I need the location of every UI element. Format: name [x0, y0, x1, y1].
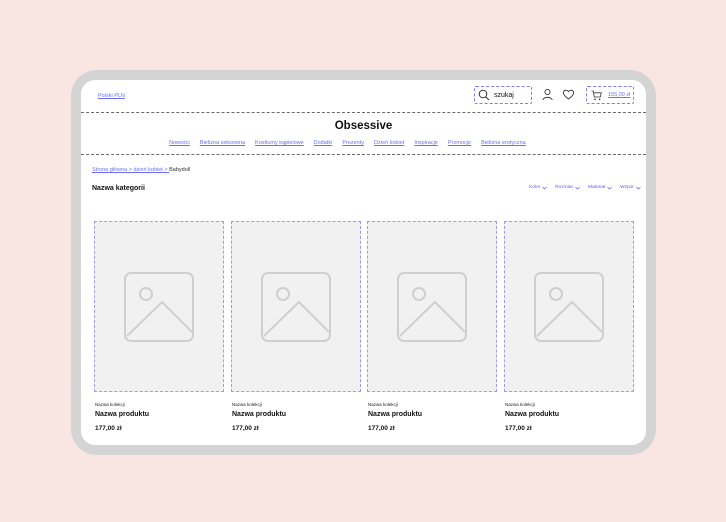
product-name[interactable]: Nazwa produktu	[232, 411, 361, 418]
nav-item[interactable]: Prezenty	[342, 140, 364, 146]
nav-item[interactable]: Dodatki	[314, 140, 333, 146]
image-placeholder-icon	[124, 271, 194, 342]
nav-item[interactable]: Promocje	[448, 140, 471, 146]
breadcrumb: Strona główna > dzień kobiet > Babydoll	[92, 167, 190, 173]
product-price: 177,00 zł	[505, 425, 532, 432]
image-placeholder-icon	[261, 271, 331, 342]
filter-material[interactable]: Materiał	[588, 185, 612, 190]
breadcrumb-parent[interactable]: dzień kobiet	[133, 167, 162, 173]
filter-label: Wzpor	[620, 185, 634, 190]
chevron-down-icon	[636, 186, 641, 189]
main-nav: Nowości Bielizna seksowna Kostiumy kąpie…	[169, 140, 526, 146]
nav-item[interactable]: Inspiracje	[414, 140, 438, 146]
filter-size[interactable]: Rozmiar	[555, 185, 580, 190]
image-placeholder-icon	[534, 271, 604, 342]
filter-label: Kolor	[529, 185, 541, 190]
nav-item[interactable]: Bielizna seksowna	[200, 140, 245, 146]
search-box[interactable]: szukaj	[474, 86, 532, 104]
search-label: szukaj	[494, 91, 514, 99]
product-name[interactable]: Nazwa produktu	[368, 411, 497, 418]
product-card[interactable]: Nazwa kolekcji Nazwa produktu 177,00 zł	[94, 221, 224, 432]
product-name[interactable]: Nazwa produktu	[505, 411, 634, 418]
category-title: Nazwa kategorii	[92, 185, 145, 192]
nav-item[interactable]: Dzień kobiet	[374, 140, 404, 146]
chevron-down-icon	[575, 186, 580, 189]
cart-total: 155,00 zł	[608, 92, 631, 98]
nav-item[interactable]: Kostiumy kąpielowe	[255, 140, 304, 146]
product-collection: Nazwa kolekcji	[505, 402, 535, 407]
header-divider	[81, 112, 646, 113]
nav-item[interactable]: Nowości	[169, 140, 190, 146]
product-collection: Nazwa kolekcji	[232, 402, 262, 407]
product-card[interactable]: Nazwa kolekcji Nazwa produktu 177,00 zł	[504, 221, 634, 432]
nav-item[interactable]: Bielizna erotyczna	[481, 140, 526, 146]
image-placeholder-icon	[397, 271, 467, 342]
product-collection: Nazwa kolekcji	[368, 402, 398, 407]
user-icon[interactable]	[541, 88, 554, 101]
heart-icon[interactable]	[562, 88, 575, 101]
product-collection: Nazwa kolekcji	[95, 402, 125, 407]
product-card[interactable]: Nazwa kolekcji Nazwa produktu 177,00 zł	[367, 221, 497, 432]
tablet-frame: Polski PLN szukaj 155,00 zł Obsessive No…	[71, 70, 656, 455]
chevron-down-icon	[542, 186, 547, 189]
product-image-placeholder[interactable]	[367, 221, 497, 392]
filter-label: Rozmiar	[555, 185, 574, 190]
breadcrumb-home[interactable]: Strona główna	[92, 167, 127, 173]
search-icon	[478, 89, 490, 101]
cart-icon	[591, 90, 602, 100]
breadcrumb-current: Babydoll	[169, 167, 191, 173]
product-image-placeholder[interactable]	[94, 221, 224, 392]
filter-color[interactable]: Kolor	[529, 185, 547, 190]
filter-pattern[interactable]: Wzpor	[620, 185, 641, 190]
product-card[interactable]: Nazwa kolekcji Nazwa produktu 177,00 zł	[231, 221, 361, 432]
filter-bar: Kolor Rozmiar Materiał Wzpor	[529, 185, 641, 190]
product-price: 177,00 zł	[95, 425, 122, 432]
screen: Polski PLN szukaj 155,00 zł Obsessive No…	[81, 80, 646, 445]
brand-logo[interactable]: Obsessive	[81, 120, 646, 132]
product-image-placeholder[interactable]	[504, 221, 634, 392]
product-image-placeholder[interactable]	[231, 221, 361, 392]
filter-label: Materiał	[588, 185, 606, 190]
currency-selector[interactable]: Polski PLN	[98, 93, 125, 99]
chevron-down-icon	[607, 186, 612, 189]
nav-divider	[81, 154, 646, 155]
product-price: 177,00 zł	[368, 425, 395, 432]
cart-button[interactable]: 155,00 zł	[586, 86, 634, 104]
product-price: 177,00 zł	[232, 425, 259, 432]
product-name[interactable]: Nazwa produktu	[95, 411, 224, 418]
